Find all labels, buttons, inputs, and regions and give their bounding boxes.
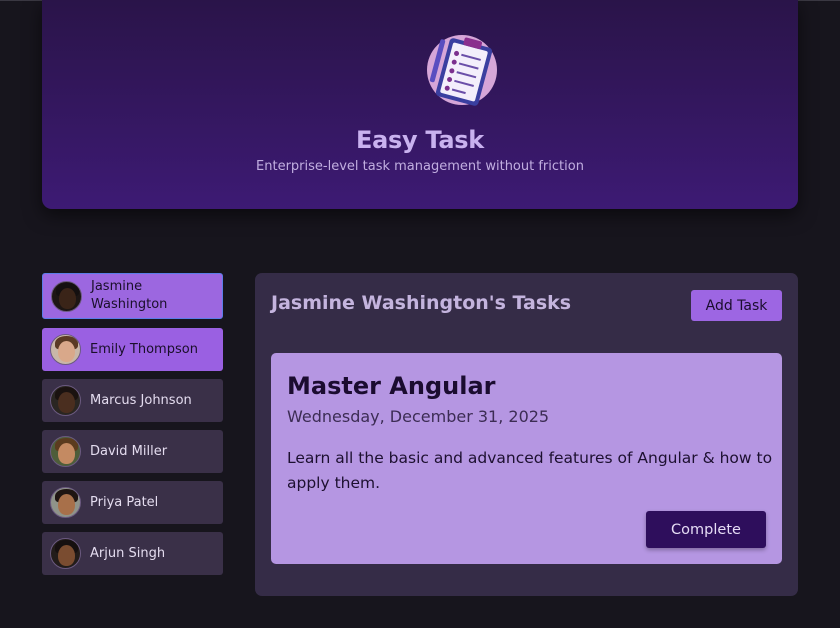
complete-button[interactable]: Complete	[646, 511, 766, 548]
task-card: Master Angular Wednesday, December 31, 2…	[271, 353, 782, 564]
tasks-panel: Jasmine Washington's Tasks Add Task Mast…	[255, 273, 798, 596]
task-summary: Learn all the basic and advanced feature…	[287, 449, 773, 492]
user-item-david-miller[interactable]: David Miller	[42, 430, 223, 473]
user-name: Priya Patel	[90, 494, 159, 510]
app-subtitle: Enterprise-level task management without…	[256, 159, 584, 174]
avatar	[50, 436, 81, 467]
tasks-title: Jasmine Washington's Tasks	[271, 292, 572, 314]
add-task-button[interactable]: Add Task	[691, 290, 782, 321]
user-item-arjun-singh[interactable]: Arjun Singh	[42, 532, 223, 575]
user-item-priya-patel[interactable]: Priya Patel	[42, 481, 223, 524]
user-item-emily-thompson[interactable]: Emily Thompson	[42, 328, 223, 371]
page: Easy Task Enterprise-level task manageme…	[0, 0, 840, 628]
user-name: David Miller	[90, 443, 168, 459]
app-header: Easy Task Enterprise-level task manageme…	[42, 0, 798, 209]
user-item-marcus-johnson[interactable]: Marcus Johnson	[42, 379, 223, 422]
user-list: Jasmine Washington Emily Thompson Marcus …	[42, 273, 223, 583]
avatar	[50, 487, 81, 518]
avatar	[50, 334, 81, 365]
task-due-date: Wednesday, December 31, 2025	[287, 407, 550, 426]
user-item-jasmine-washington[interactable]: Jasmine Washington	[42, 273, 223, 319]
clipboard-checklist-icon	[427, 35, 497, 106]
task-title: Master Angular	[287, 372, 496, 400]
app-title: Easy Task	[356, 126, 484, 154]
user-name: Arjun Singh	[90, 545, 166, 561]
user-name: Emily Thompson	[90, 341, 198, 357]
user-name: Marcus Johnson	[90, 392, 192, 408]
avatar	[50, 538, 81, 569]
avatar	[51, 280, 82, 312]
avatar	[50, 385, 81, 416]
user-name: Jasmine Washington	[91, 279, 168, 312]
